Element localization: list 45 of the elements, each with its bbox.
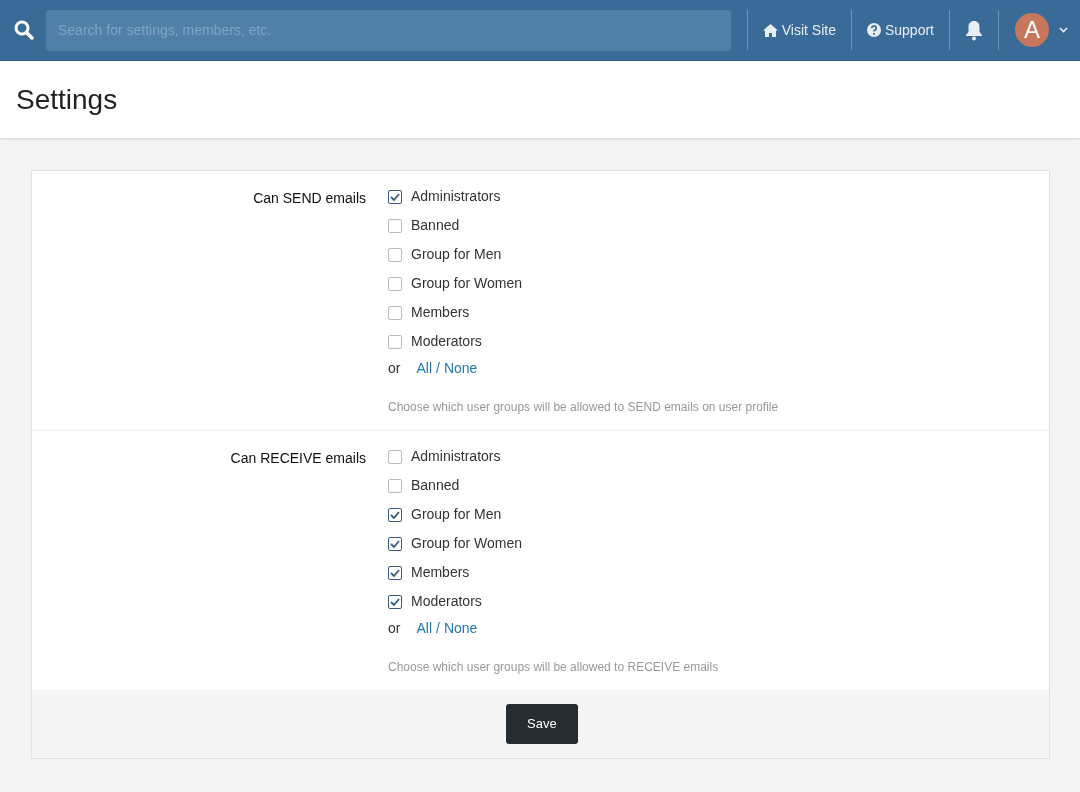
search-icon[interactable] xyxy=(14,20,34,40)
checkbox-option[interactable]: Group for Men xyxy=(388,240,779,269)
save-button[interactable]: Save xyxy=(506,704,578,744)
checkbox[interactable] xyxy=(388,334,402,349)
checkbox[interactable] xyxy=(388,565,402,580)
checkbox[interactable] xyxy=(388,536,402,551)
checkbox[interactable] xyxy=(388,276,402,291)
separator: / xyxy=(436,618,440,638)
checkbox-option[interactable]: Administrators xyxy=(388,442,719,471)
checkbox[interactable] xyxy=(388,478,402,493)
none-link[interactable]: None xyxy=(443,357,478,379)
checkbox-option[interactable]: Members xyxy=(388,298,779,327)
checkbox-option[interactable]: Group for Women xyxy=(388,269,779,298)
checkbox[interactable] xyxy=(388,189,402,204)
checkbox[interactable] xyxy=(388,507,402,522)
support-link[interactable]: Support xyxy=(851,19,949,41)
checkbox[interactable] xyxy=(388,305,402,320)
checkbox-option[interactable]: Banned xyxy=(388,471,719,500)
checkbox-option[interactable]: Banned xyxy=(388,211,779,240)
checkbox-option[interactable]: Group for Men xyxy=(388,500,719,529)
checkbox-option[interactable]: Group for Women xyxy=(388,529,719,558)
checkbox-option[interactable]: Administrators xyxy=(388,182,779,211)
setting-label: Can SEND emails xyxy=(253,190,366,206)
visit-site-link[interactable]: Visit Site xyxy=(747,19,851,41)
checkbox[interactable] xyxy=(388,449,402,464)
none-link[interactable]: None xyxy=(443,617,478,639)
separator: / xyxy=(436,358,440,378)
caret-icon[interactable] xyxy=(1059,27,1068,33)
checkbox-option[interactable]: Moderators xyxy=(388,327,779,356)
all-link[interactable]: All xyxy=(416,357,432,379)
checkbox-option[interactable]: Moderators xyxy=(388,587,719,616)
home-icon xyxy=(762,23,778,37)
checkbox[interactable] xyxy=(388,594,402,609)
checkbox-option[interactable]: Members xyxy=(388,558,719,587)
or-text: or xyxy=(388,618,401,638)
page-title: Settings xyxy=(16,82,118,117)
help-icon xyxy=(866,23,881,37)
help-text: Choose which user groups will be allowed to SEND emails on user profile xyxy=(388,399,779,416)
help-text: Choose which user groups will be allowed to RECEIVE emails xyxy=(388,659,719,676)
bell-icon[interactable] xyxy=(964,19,984,41)
or-text: or xyxy=(388,358,401,378)
all-link[interactable]: All xyxy=(416,617,432,639)
checkbox[interactable] xyxy=(388,218,402,233)
setting-label: Can RECEIVE emails xyxy=(230,450,366,466)
checkbox[interactable] xyxy=(388,247,402,262)
